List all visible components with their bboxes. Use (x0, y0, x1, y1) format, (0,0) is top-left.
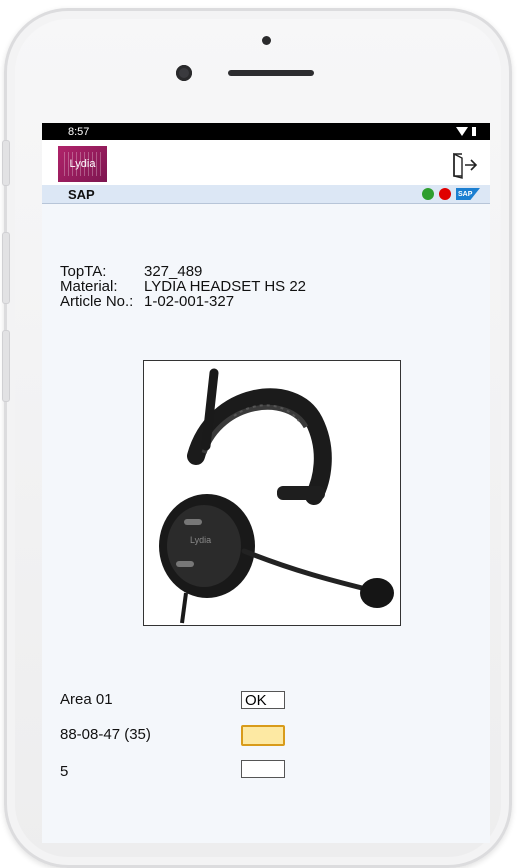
info-key: Material: (60, 278, 118, 295)
front-camera (176, 65, 192, 81)
headset-brand-text: Lydia (190, 535, 211, 545)
front-sensor (262, 36, 271, 45)
location-input-focused[interactable] (241, 725, 285, 746)
status-time: 8:57 (68, 125, 90, 138)
wifi-icon (456, 127, 468, 136)
status-bar: 8:57 (42, 123, 490, 140)
field-label-area: Area 01 (60, 691, 113, 708)
info-value: LYDIA HEADSET HS 22 (144, 278, 307, 295)
app-screen: 8:57 Lydia SAP SAP TopTA: 327_489 Materi… (42, 123, 490, 843)
field-label-location: 88-08-47 (35) (60, 726, 151, 743)
quantity-input[interactable] (241, 760, 285, 778)
mute-switch (2, 140, 10, 186)
lydia-logo: Lydia (58, 146, 107, 182)
volume-up-button (2, 232, 10, 304)
battery-icon (472, 127, 476, 136)
area-check-field[interactable] (241, 691, 285, 709)
info-key: TopTA: (60, 263, 107, 280)
sap-label: SAP (68, 186, 95, 202)
sap-logo: SAP (456, 188, 480, 200)
info-row-topta: TopTA: 327_489 (60, 264, 306, 279)
status-green-dot (422, 188, 434, 200)
product-photo: Lydia (143, 360, 401, 626)
info-row-article: Article No.: 1-02-001-327 (60, 294, 306, 309)
volume-down-button (2, 330, 10, 402)
sap-bar: SAP SAP (42, 185, 490, 204)
logout-icon[interactable] (450, 150, 478, 180)
info-row-material: Material: LYDIA HEADSET HS 22 (60, 279, 306, 294)
app-header: Lydia (42, 140, 490, 185)
earpiece-speaker (228, 70, 314, 76)
status-icons (456, 127, 476, 136)
headset-image: Lydia (159, 368, 394, 624)
info-key: Article No.: (60, 293, 134, 310)
info-value: 327_489 (144, 263, 203, 280)
status-red-dot (439, 188, 451, 200)
field-label-quantity: 5 (60, 763, 69, 780)
material-info: TopTA: 327_489 Material: LYDIA HEADSET H… (60, 264, 306, 309)
connection-indicators: SAP (422, 188, 480, 200)
info-value: 1-02-001-327 (144, 293, 235, 310)
